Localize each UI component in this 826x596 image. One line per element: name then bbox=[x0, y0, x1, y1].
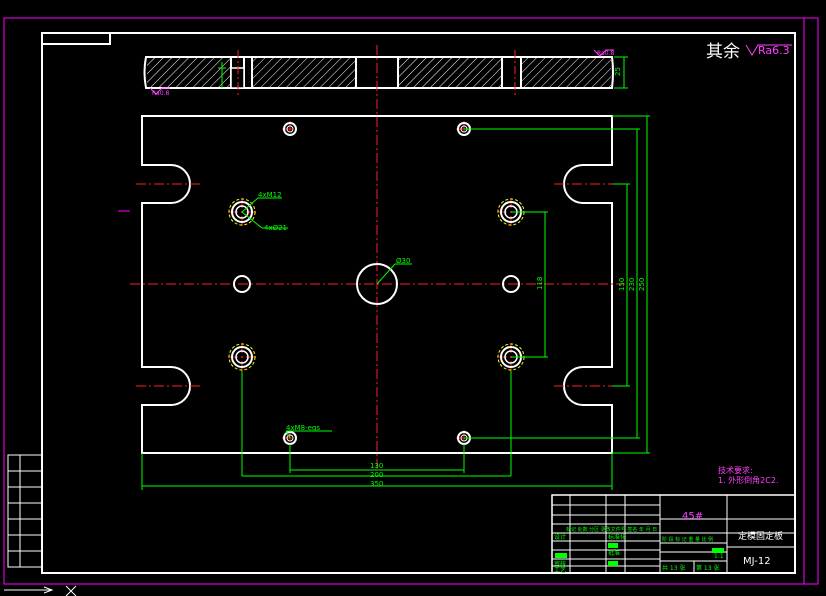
tb-stage-header: 阶 段 标 记 重 量 比 例 bbox=[662, 536, 713, 543]
tech-requirements: 技术要求: 1. 外形倒角2C2. bbox=[718, 465, 778, 485]
tb-sheet-no: 第 13 张 bbox=[696, 564, 719, 572]
dim-small-hole: 4xM12 bbox=[258, 191, 282, 199]
section-ra-bottom: Ra0.8 bbox=[152, 90, 169, 97]
dimensions bbox=[141, 115, 650, 490]
tb-design: 设计 bbox=[554, 533, 566, 541]
tech-title: 技术要求: bbox=[718, 465, 753, 475]
tb-drawing-no: MJ-12 bbox=[743, 556, 771, 567]
tb-approve: 批准 bbox=[608, 549, 620, 557]
dim-counterbore: 4xØ21 bbox=[264, 224, 287, 232]
roughness-value: Ra6.3 bbox=[758, 44, 790, 57]
dim-150: 150 bbox=[618, 278, 626, 291]
dim-center-hole: Ø30 bbox=[396, 257, 410, 265]
tb-process: 工艺 bbox=[554, 566, 566, 574]
tb-part-name: 定模固定板 bbox=[738, 530, 783, 542]
centerlines bbox=[130, 45, 625, 470]
title-block: 45# 定模固定板 MJ-12 1:1 共 13 张 第 13 张 标记 处数 … bbox=[551, 494, 796, 574]
drawing-frame bbox=[41, 32, 796, 574]
dim-350: 350 bbox=[370, 480, 383, 488]
dimension-text: 4xM12 4xØ21 Ø30 4xM8-eqs 118 150 230 250… bbox=[258, 191, 646, 488]
sheet-border bbox=[3, 17, 819, 585]
roughness-note: 其余 Ra6.3 bbox=[706, 42, 792, 62]
origin-marker bbox=[4, 585, 77, 596]
cad-drawing: 其余 Ra6.3 Ra0.8 Ra0.8 25 4xM12 4xØ21 Ø30 … bbox=[3, 17, 819, 596]
roughness-prefix: 其余 bbox=[706, 42, 740, 62]
tb-sheets-total: 共 13 张 bbox=[662, 564, 685, 572]
dim-130: 130 bbox=[370, 462, 383, 470]
section-ra-top: Ra0.8 bbox=[597, 50, 614, 57]
left-side-table bbox=[7, 454, 43, 568]
section-view: Ra0.8 Ra0.8 25 bbox=[143, 49, 628, 97]
dim-250: 250 bbox=[638, 278, 646, 291]
tech-line-1: 1. 外形倒角2C2. bbox=[718, 475, 778, 485]
tb-scale: 1:1 bbox=[714, 553, 724, 560]
dim-200: 200 bbox=[370, 471, 383, 479]
dim-230: 230 bbox=[628, 278, 636, 291]
tb-std: 标准化 bbox=[608, 533, 626, 541]
dim-118: 118 bbox=[536, 277, 544, 290]
section-height-dim: 25 bbox=[614, 67, 622, 76]
tb-material: 45# bbox=[682, 511, 703, 522]
dim-pin-hole: 4xM8-eqs bbox=[286, 424, 320, 432]
tb-header-row: 标记 处数 分区 更改文件号 签名 年 月 日 bbox=[566, 526, 657, 533]
